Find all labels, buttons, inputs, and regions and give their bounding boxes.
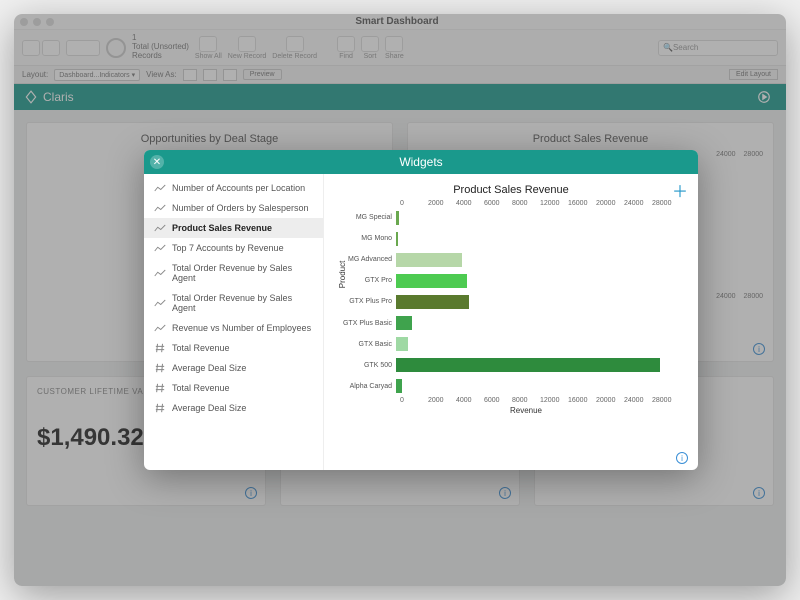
chart-row: GTX Pro — [400, 273, 680, 289]
bar — [396, 274, 467, 288]
modal-header: ✕ Widgets — [144, 150, 698, 174]
line-chart-icon — [154, 243, 166, 253]
widget-list-item[interactable]: Total Revenue — [144, 378, 323, 398]
info-icon[interactable]: i — [676, 452, 688, 464]
chart-row: GTK 500 — [400, 357, 680, 373]
widget-item-label: Revenue vs Number of Employees — [172, 323, 311, 333]
line-chart-icon — [154, 183, 166, 193]
y-axis-label: Product — [338, 261, 347, 289]
widget-list-item[interactable]: Revenue vs Number of Employees — [144, 318, 323, 338]
line-chart-icon — [154, 223, 166, 233]
widget-list-item[interactable]: Total Order Revenue by Sales Agent — [144, 288, 323, 318]
x-axis-bottom: 0200040006000800012000160002000024000280… — [338, 397, 684, 404]
hash-icon — [154, 363, 166, 373]
chart-row: Alpha Caryad — [400, 378, 680, 394]
widget-list-item[interactable]: Number of Accounts per Location — [144, 178, 323, 198]
widget-list-item[interactable]: Product Sales Revenue — [144, 218, 323, 238]
category-label: Alpha Caryad — [338, 383, 396, 390]
chart-row: MG Special — [400, 210, 680, 226]
widget-item-label: Total Order Revenue by Sales Agent — [172, 263, 313, 283]
widget-item-label: Average Deal Size — [172, 363, 246, 373]
chart: 0200040006000800012000160002000024000280… — [338, 200, 684, 430]
line-chart-icon — [154, 203, 166, 213]
bar — [396, 295, 469, 309]
bar — [396, 337, 408, 351]
widget-list-item[interactable]: Total Order Revenue by Sales Agent — [144, 258, 323, 288]
bar — [396, 379, 402, 393]
x-axis-label: Revenue — [338, 406, 684, 415]
widget-list-item[interactable]: Number of Orders by Salesperson — [144, 198, 323, 218]
line-chart-icon — [154, 323, 166, 333]
hash-icon — [154, 403, 166, 413]
widget-item-label: Total Revenue — [172, 343, 230, 353]
widget-preview: ＋ Product Sales Revenue 0200040006000800… — [324, 174, 698, 470]
bar — [396, 358, 660, 372]
category-label: GTX Plus Basic — [338, 320, 396, 327]
x-axis-top: 0200040006000800012000160002000024000280… — [338, 200, 684, 207]
modal-title: Widgets — [399, 155, 442, 169]
category-label: GTX Plus Pro — [338, 298, 396, 305]
chart-row: GTX Plus Pro — [400, 294, 680, 310]
widget-item-label: Top 7 Accounts by Revenue — [172, 243, 284, 253]
bar — [396, 316, 412, 330]
widget-list: Number of Accounts per Location Number of… — [144, 174, 324, 470]
bar — [396, 211, 399, 225]
bar — [396, 253, 462, 267]
close-icon[interactable]: ✕ — [150, 155, 164, 169]
chart-rows: MG Special MG Mono MG Advanced GTX Pro GTX P… — [400, 207, 680, 397]
bar — [396, 232, 398, 246]
widget-list-item[interactable]: Total Revenue — [144, 338, 323, 358]
widget-item-label: Number of Accounts per Location — [172, 183, 305, 193]
chart-title: Product Sales Revenue — [338, 184, 684, 196]
hash-icon — [154, 343, 166, 353]
widget-item-label: Total Revenue — [172, 383, 230, 393]
widget-list-item[interactable]: Average Deal Size — [144, 358, 323, 378]
widget-item-label: Product Sales Revenue — [172, 223, 272, 233]
widget-item-label: Average Deal Size — [172, 403, 246, 413]
add-widget-button[interactable]: ＋ — [672, 178, 688, 202]
widgets-modal: ✕ Widgets Number of Accounts per Locatio… — [144, 150, 698, 470]
line-chart-icon — [154, 298, 166, 308]
app-window: Smart Dashboard 1 Total (Unsorted) Recor… — [14, 14, 786, 586]
chart-row: MG Advanced — [400, 252, 680, 268]
category-label: MG Mono — [338, 235, 396, 242]
widget-item-label: Number of Orders by Salesperson — [172, 203, 309, 213]
category-label: GTK 500 — [338, 362, 396, 369]
category-label: GTX Basic — [338, 341, 396, 348]
widget-list-item[interactable]: Top 7 Accounts by Revenue — [144, 238, 323, 258]
chart-row: MG Mono — [400, 231, 680, 247]
category-label: MG Special — [338, 214, 396, 221]
chart-row: GTX Plus Basic — [400, 315, 680, 331]
hash-icon — [154, 383, 166, 393]
widget-item-label: Total Order Revenue by Sales Agent — [172, 293, 313, 313]
line-chart-icon — [154, 268, 166, 278]
widget-list-item[interactable]: Average Deal Size — [144, 398, 323, 418]
chart-row: GTX Basic — [400, 336, 680, 352]
